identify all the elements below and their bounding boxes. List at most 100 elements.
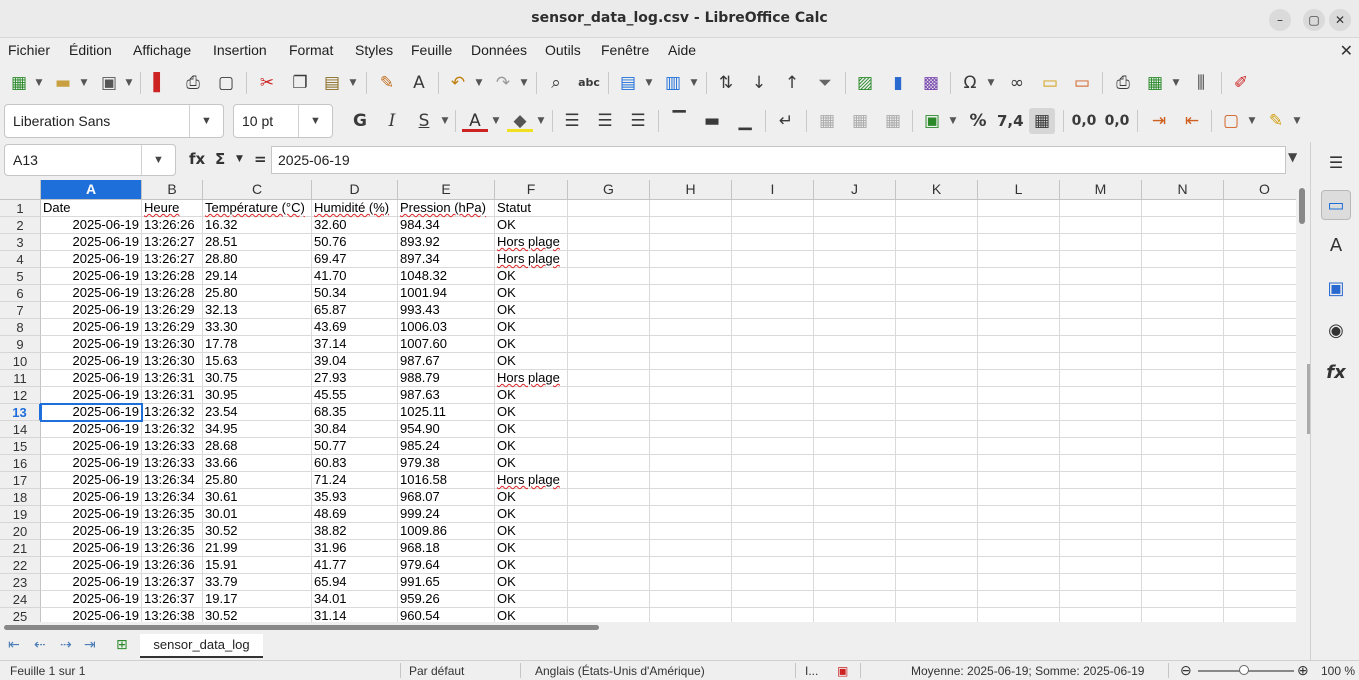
cell-i12[interactable] [732,387,814,404]
cell-d16[interactable]: 60.83 [312,455,398,472]
cell-a13[interactable]: 2025-06-19 [40,403,143,422]
cell-j5[interactable] [814,268,896,285]
chevron-down-icon[interactable]: ▼ [298,105,332,137]
cell-d13[interactable]: 68.35 [312,404,398,421]
cell-f4[interactable]: Hors plage [495,251,568,268]
row-dropdown-icon[interactable]: ▼ [644,70,654,96]
column-header-e[interactable]: E [398,180,495,200]
cell-h19[interactable] [650,506,732,523]
cell-g5[interactable] [568,268,650,285]
page-style[interactable]: Par défaut [409,664,464,678]
sort-icon[interactable]: ⇅ [713,70,739,96]
cell-b7[interactable]: 13:26:29 [142,302,203,319]
cell-i8[interactable] [732,319,814,336]
align-top-icon[interactable]: ▔ [666,108,692,134]
cell-c6[interactable]: 25.80 [203,285,312,302]
cell-d15[interactable]: 50.77 [312,438,398,455]
cell-l4[interactable] [978,251,1060,268]
cell-i6[interactable] [732,285,814,302]
cell-e2[interactable]: 984.34 [398,217,495,234]
cell-d19[interactable]: 48.69 [312,506,398,523]
gallery-icon[interactable]: ▣ [1321,274,1351,304]
column-header-c[interactable]: C [203,180,312,200]
cell-m25[interactable] [1060,608,1142,622]
open-folder-icon[interactable]: ▬ [50,70,76,96]
cell-m6[interactable] [1060,285,1142,302]
cell-h5[interactable] [650,268,732,285]
cell-n6[interactable] [1142,285,1224,302]
new-dropdown-icon[interactable]: ▼ [34,70,44,96]
cell-m4[interactable] [1060,251,1142,268]
cell-k3[interactable] [896,234,978,251]
cell-a20[interactable]: 2025-06-19 [41,523,142,540]
cell-c5[interactable]: 29.14 [203,268,312,285]
cell-l1[interactable] [978,200,1060,217]
cell-n4[interactable] [1142,251,1224,268]
cell-l24[interactable] [978,591,1060,608]
italic-button[interactable]: I [379,108,405,134]
cell-j25[interactable] [814,608,896,622]
cell-j24[interactable] [814,591,896,608]
cell-k9[interactable] [896,336,978,353]
cell-k17[interactable] [896,472,978,489]
cell-a1[interactable]: Date [41,200,142,217]
cell-e16[interactable]: 979.38 [398,455,495,472]
cell-k5[interactable] [896,268,978,285]
cell-g12[interactable] [568,387,650,404]
cell-c17[interactable]: 25.80 [203,472,312,489]
cell-i22[interactable] [732,557,814,574]
cell-i16[interactable] [732,455,814,472]
cell-j1[interactable] [814,200,896,217]
cell-f5[interactable]: OK [495,268,568,285]
sort-descending-icon[interactable]: ↑ [779,70,805,96]
cell-g11[interactable] [568,370,650,387]
cell-j9[interactable] [814,336,896,353]
cell-b18[interactable]: 13:26:34 [142,489,203,506]
cell-a5[interactable]: 2025-06-19 [41,268,142,285]
cell-i15[interactable] [732,438,814,455]
cell-f20[interactable]: OK [495,523,568,540]
cell-n5[interactable] [1142,268,1224,285]
column-header-a[interactable]: A [41,180,142,200]
define-print-area-icon[interactable]: ⎙ [1110,70,1136,96]
cell-h9[interactable] [650,336,732,353]
cell-e5[interactable]: 1048.32 [398,268,495,285]
undo-icon[interactable]: ↶ [445,70,471,96]
cell-i23[interactable] [732,574,814,591]
cell-g7[interactable] [568,302,650,319]
cell-g9[interactable] [568,336,650,353]
cell-c7[interactable]: 32.13 [203,302,312,319]
cell-i24[interactable] [732,591,814,608]
cell-e23[interactable]: 991.65 [398,574,495,591]
row-header-8[interactable]: 8 [0,319,41,336]
next-sheet-icon[interactable]: ⇢ [60,637,72,653]
cell-d20[interactable]: 38.82 [312,523,398,540]
cell-l15[interactable] [978,438,1060,455]
cell-i18[interactable] [732,489,814,506]
cell-e22[interactable]: 979.64 [398,557,495,574]
cell-b20[interactable]: 13:26:35 [142,523,203,540]
cell-c21[interactable]: 21.99 [203,540,312,557]
column-dropdown-icon[interactable]: ▼ [689,70,699,96]
cell-i4[interactable] [732,251,814,268]
cell-i21[interactable] [732,540,814,557]
cell-n7[interactable] [1142,302,1224,319]
cell-j10[interactable] [814,353,896,370]
cell-c3[interactable]: 28.51 [203,234,312,251]
cell-o5[interactable] [1224,268,1296,285]
cell-l17[interactable] [978,472,1060,489]
cell-e17[interactable]: 1016.58 [398,472,495,489]
cell-l5[interactable] [978,268,1060,285]
cell-n24[interactable] [1142,591,1224,608]
row-header-16[interactable]: 16 [0,455,41,472]
redo-dropdown-icon[interactable]: ▼ [519,70,529,96]
cell-a23[interactable]: 2025-06-19 [41,574,142,591]
row-header-19[interactable]: 19 [0,506,41,523]
cell-k24[interactable] [896,591,978,608]
freeze-rows-columns-icon[interactable]: ▦ [1142,70,1168,96]
chevron-down-icon[interactable]: ▼ [189,105,223,137]
cell-o21[interactable] [1224,540,1296,557]
cell-h16[interactable] [650,455,732,472]
cell-c15[interactable]: 28.68 [203,438,312,455]
insert-chart-icon[interactable]: ▮ [885,70,911,96]
